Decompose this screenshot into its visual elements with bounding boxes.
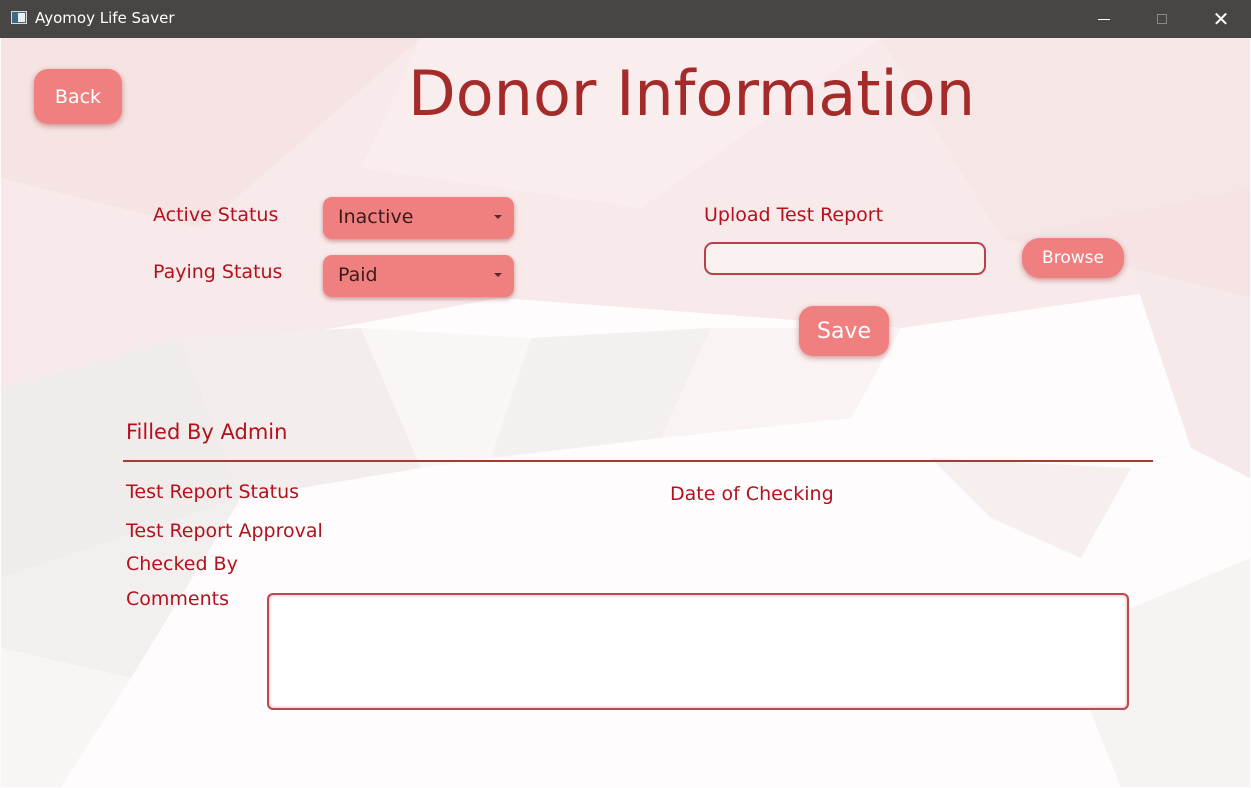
date-of-checking-label: Date of Checking [670, 483, 834, 505]
checked-by-label: Checked By [126, 553, 238, 575]
save-button[interactable]: Save [799, 306, 889, 356]
chevron-down-icon [494, 273, 502, 277]
active-status-select[interactable]: Inactive [323, 197, 514, 239]
comments-label: Comments [126, 588, 229, 610]
comments-textarea[interactable] [267, 593, 1129, 710]
paying-status-label: Paying Status [153, 261, 283, 283]
test-report-approval-label: Test Report Approval [126, 520, 323, 542]
minimize-button[interactable] [1075, 0, 1133, 38]
paying-status-select[interactable]: Paid [323, 255, 514, 297]
upload-file-field[interactable] [704, 242, 986, 275]
active-status-value: Inactive [338, 206, 414, 228]
paying-status-value: Paid [338, 264, 378, 286]
app-window: Ayomoy Life Saver ✕ Back Donor Informati… [0, 0, 1251, 788]
main-content: Back Donor Information Active Status Ina… [1, 38, 1250, 787]
active-status-label: Active Status [153, 204, 279, 226]
window-title: Ayomoy Life Saver [35, 9, 175, 27]
section-divider [123, 460, 1153, 462]
minimize-icon [1098, 18, 1110, 20]
page-title: Donor Information [408, 57, 975, 130]
close-icon: ✕ [1212, 7, 1230, 31]
test-report-status-label: Test Report Status [126, 481, 300, 503]
maximize-icon [1157, 14, 1167, 24]
filled-by-admin-heading: Filled By Admin [126, 420, 288, 444]
maximize-button[interactable] [1133, 0, 1191, 38]
browse-button[interactable]: Browse [1022, 238, 1124, 278]
upload-test-report-label: Upload Test Report [704, 204, 884, 226]
close-button[interactable]: ✕ [1192, 0, 1250, 38]
chevron-down-icon [494, 215, 502, 219]
title-bar: Ayomoy Life Saver ✕ [0, 0, 1251, 38]
app-window-icon [11, 11, 27, 24]
back-button[interactable]: Back [34, 69, 122, 124]
